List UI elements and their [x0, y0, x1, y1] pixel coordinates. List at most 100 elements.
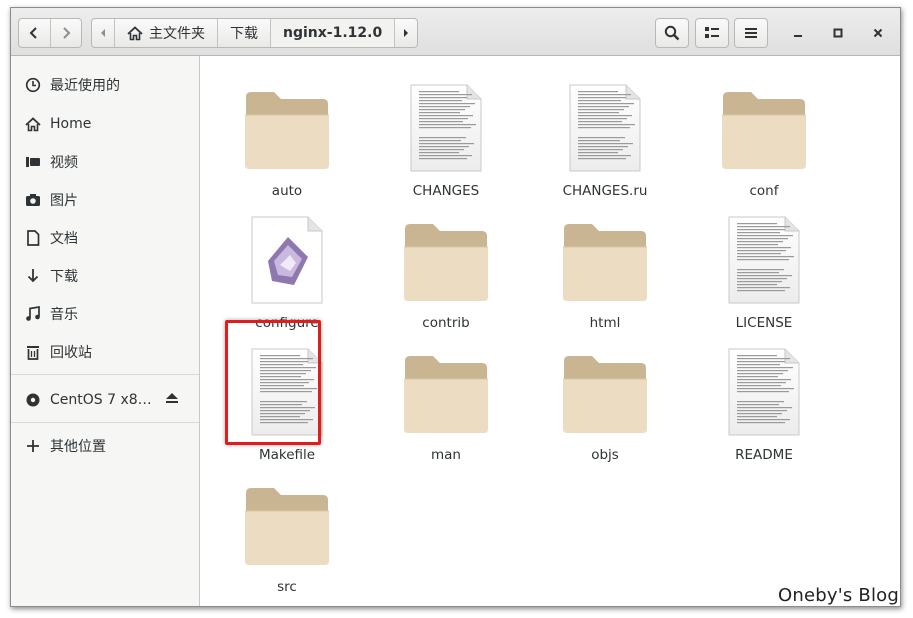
folder-icon [557, 212, 653, 308]
minimize-button[interactable] [787, 22, 809, 44]
sidebar-item-label: 图片 [50, 193, 78, 209]
forward-button[interactable] [49, 19, 82, 47]
file-name: man [431, 447, 461, 463]
breadcrumb-home[interactable]: 主文件夹 [114, 19, 217, 47]
breadcrumb-scroll-right[interactable] [394, 19, 417, 47]
menu-button[interactable] [734, 18, 768, 48]
maximize-button[interactable] [827, 22, 849, 44]
clock-icon [24, 76, 42, 94]
sidebar-item-label: Home [50, 116, 92, 132]
chevron-right-icon [63, 27, 71, 39]
file-item-readme[interactable]: README [694, 344, 834, 470]
file-item-src[interactable]: src [217, 476, 357, 602]
view-list-button[interactable] [695, 18, 729, 48]
sidebar-item-label: 其他位置 [50, 439, 106, 455]
back-button[interactable] [19, 19, 50, 47]
file-item-objs[interactable]: objs [535, 344, 675, 470]
file-name: CHANGES.ru [562, 183, 648, 199]
file-item-license[interactable]: LICENSE [694, 212, 834, 338]
file-name: auto [271, 183, 303, 199]
nav-button-group [18, 18, 82, 48]
arrow-left-icon [101, 29, 105, 37]
sidebar-divider [11, 422, 199, 423]
file-name: objs [591, 447, 619, 463]
eject-icon[interactable] [165, 392, 179, 408]
arrow-right-icon [404, 29, 409, 37]
sidebar-item-label: 最近使用的 [50, 78, 120, 94]
video-icon [24, 153, 42, 171]
file-item-changes[interactable]: CHANGES [376, 80, 516, 206]
sidebar-item-downloads[interactable]: 下载 [11, 259, 199, 293]
close-icon [873, 28, 883, 38]
sidebar-item-label: 文档 [50, 231, 78, 247]
file-name: LICENSE [735, 315, 793, 331]
file-name: contrib [422, 315, 470, 331]
sidebar-item-label: 下载 [50, 269, 78, 285]
file-name: conf [749, 183, 779, 199]
text-file-icon [557, 80, 653, 176]
file-name: Makefile [258, 447, 316, 463]
sidebar-item-videos[interactable]: 视频 [11, 145, 199, 179]
hamburger-menu-icon [745, 28, 757, 38]
camera-icon [24, 191, 42, 209]
sidebar-item-pictures[interactable]: 图片 [11, 183, 199, 217]
breadcrumb-downloads-label: 下载 [230, 26, 258, 42]
document-icon [24, 229, 42, 247]
maximize-icon [833, 28, 843, 38]
sidebar: 最近使用的 Home 视频 图片 文档 下载 音乐 回收站 CentOS 7 x… [11, 56, 200, 606]
text-file-icon [398, 80, 494, 176]
home-icon [24, 115, 42, 133]
breadcrumb-scroll-left[interactable] [92, 19, 114, 47]
file-name: src [277, 579, 297, 595]
sidebar-item-label: CentOS 7 x8… [50, 392, 152, 408]
file-name: README [735, 447, 793, 463]
file-manager-window: 主文件夹 下载 nginx-1.12.0 最近使用的 Home 视频 图片 文档… [10, 7, 901, 607]
folder-icon [239, 80, 335, 176]
breadcrumb-downloads[interactable]: 下载 [217, 19, 270, 47]
breadcrumb-current-label: nginx-1.12.0 [283, 25, 383, 41]
minimize-icon [794, 35, 802, 37]
sidebar-item-other-locations[interactable]: 其他位置 [11, 429, 199, 463]
list-view-icon [705, 27, 719, 38]
file-name: CHANGES [412, 183, 480, 199]
breadcrumb-current[interactable]: nginx-1.12.0 [270, 19, 395, 47]
file-item-man[interactable]: man [376, 344, 516, 470]
search-icon [664, 25, 680, 41]
trash-icon [24, 343, 42, 361]
text-file-icon [716, 212, 812, 308]
home-icon [127, 25, 143, 40]
folder-icon [716, 80, 812, 176]
close-button[interactable] [867, 22, 889, 44]
file-item-changes-ru[interactable]: CHANGES.ru [535, 80, 675, 206]
text-file-icon [716, 344, 812, 440]
sidebar-item-trash[interactable]: 回收站 [11, 335, 199, 369]
file-item-conf[interactable]: conf [694, 80, 834, 206]
breadcrumb: 主文件夹 下载 nginx-1.12.0 [91, 18, 419, 48]
sidebar-item-label: 音乐 [50, 307, 78, 323]
download-icon [24, 267, 42, 285]
sidebar-item-label: 视频 [50, 155, 78, 171]
sidebar-item-documents[interactable]: 文档 [11, 221, 199, 255]
disc-icon [24, 391, 42, 409]
breadcrumb-home-label: 主文件夹 [149, 26, 205, 42]
chevron-left-icon [29, 27, 37, 39]
sidebar-divider [11, 374, 199, 375]
sidebar-item-music[interactable]: 音乐 [11, 297, 199, 331]
highlight-box [225, 320, 321, 445]
script-file-icon [239, 212, 335, 308]
sidebar-item-recent[interactable]: 最近使用的 [11, 68, 199, 102]
file-name: html [589, 315, 621, 331]
header-bar: 主文件夹 下载 nginx-1.12.0 [11, 8, 900, 56]
folder-icon [557, 344, 653, 440]
file-item-auto[interactable]: auto [217, 80, 357, 206]
search-button[interactable] [655, 18, 689, 48]
file-item-html[interactable]: html [535, 212, 675, 338]
plus-icon [24, 437, 42, 455]
file-item-contrib[interactable]: contrib [376, 212, 516, 338]
sidebar-item-device[interactable]: CentOS 7 x8… [11, 383, 199, 417]
folder-icon [398, 344, 494, 440]
folder-icon [398, 212, 494, 308]
music-icon [24, 305, 42, 323]
watermark: Oneby's Blog [778, 585, 899, 606]
sidebar-item-home[interactable]: Home [11, 107, 199, 141]
